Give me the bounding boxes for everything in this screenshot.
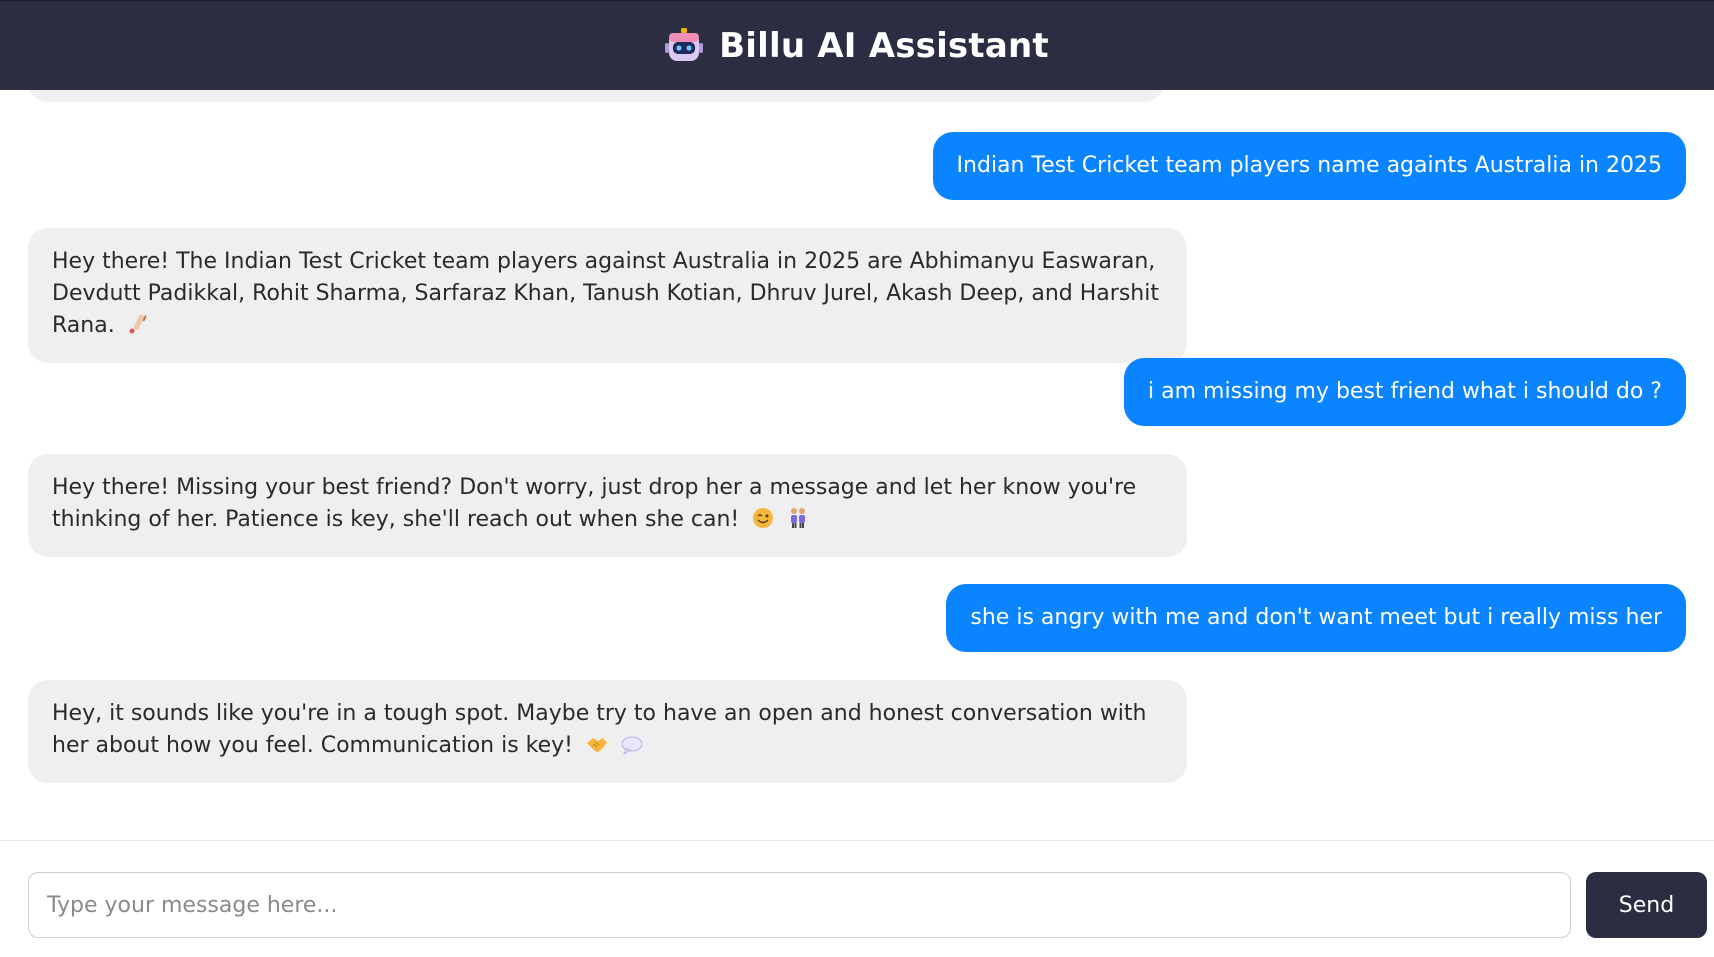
message-text: Indian Test Cricket team players name ag… (956, 153, 1662, 178)
bot-message: Hey there! The Indian Test Cricket team … (28, 228, 1187, 363)
user-message: she is angry with me and don't want meet… (946, 584, 1686, 652)
robot-icon (665, 27, 704, 65)
message-text: Hey there! The Indian Test Cricket team … (52, 249, 1159, 338)
app-title: Billu AI Assistant (719, 25, 1049, 66)
two-people-icon (787, 507, 809, 539)
bot-message: Hey there! Missing your best friend? Don… (28, 454, 1187, 557)
app-header: Billu AI Assistant (0, 0, 1714, 90)
chat-app: Billu AI Assistant Indian Test Cricket t… (0, 0, 1714, 957)
send-button[interactable]: Send (1586, 872, 1707, 938)
message-text: i am missing my best friend what i shoul… (1148, 379, 1662, 404)
message-text: she is angry with me and don't want meet… (970, 605, 1662, 630)
user-message: i am missing my best friend what i shoul… (1124, 358, 1686, 426)
message-input[interactable] (28, 872, 1571, 938)
chat-history[interactable]: Indian Test Cricket team players name ag… (0, 90, 1714, 840)
cricket-bat-icon (128, 313, 148, 345)
bot-message: Hey, it sounds like you're in a tough sp… (28, 680, 1187, 783)
user-message: Indian Test Cricket team players name ag… (932, 132, 1686, 200)
composer-bar: Send (0, 840, 1714, 957)
handshake-icon (586, 733, 608, 765)
speech-bubble-icon (621, 733, 643, 765)
previous-bot-message-partial (28, 90, 1164, 102)
message-text: Hey there! Missing your best friend? Don… (52, 475, 1137, 532)
winking-face-icon (752, 507, 774, 539)
